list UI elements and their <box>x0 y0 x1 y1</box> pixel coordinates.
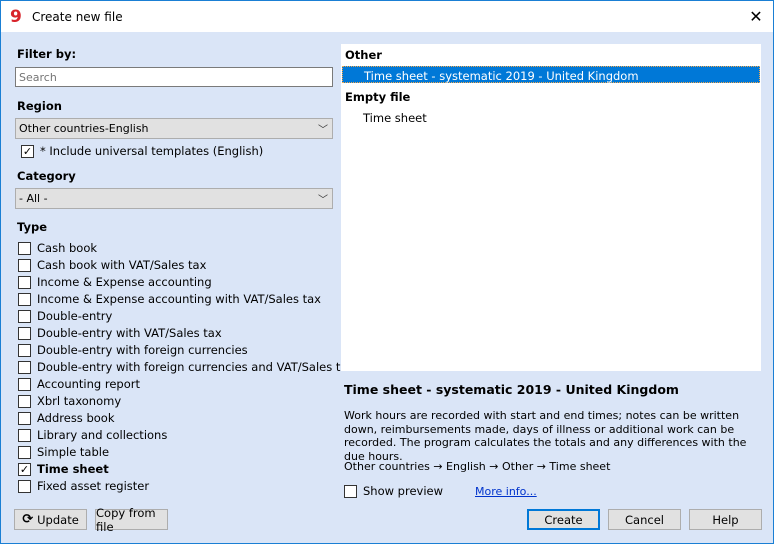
type-checkbox[interactable]: Accounting report <box>18 376 140 392</box>
app-logo-icon: 9 <box>10 6 22 27</box>
type-checkbox[interactable]: Double-entry with foreign currencies <box>18 342 248 358</box>
type-checkbox-label: Simple table <box>37 445 110 459</box>
template-path: Other countries → English → Other → Time… <box>344 460 611 473</box>
show-preview-checkbox[interactable]: Show preview <box>344 483 443 499</box>
type-checkbox-label: Double-entry with foreign currencies and… <box>37 360 355 374</box>
update-label: Update <box>37 512 79 527</box>
type-checkbox[interactable]: Library and collections <box>18 427 167 443</box>
template-item[interactable]: Time sheet <box>342 109 760 126</box>
checkbox-icon <box>18 411 31 425</box>
type-checkbox-label: Library and collections <box>37 428 168 442</box>
checkbox-icon <box>18 275 31 289</box>
type-checkbox[interactable]: Fixed asset register <box>18 478 149 494</box>
type-checkbox-label: Cash book with VAT/Sales tax <box>37 258 207 272</box>
checkbox-checked-icon: ✓ <box>18 462 31 476</box>
category-label: Category <box>17 169 76 183</box>
region-label: Region <box>17 99 62 113</box>
type-checkbox-label: Xbrl taxonomy <box>37 394 122 408</box>
checkbox-icon <box>18 377 31 391</box>
template-title: Time sheet - systematic 2019 - United Ki… <box>344 382 679 397</box>
include-universal-checkbox[interactable]: ✓ * Include universal templates (English… <box>21 143 263 159</box>
region-value: Other countries-English <box>19 122 149 135</box>
help-button[interactable]: Help <box>689 509 762 530</box>
type-label: Type <box>17 220 48 234</box>
type-checkbox[interactable]: Double-entry with foreign currencies and… <box>18 359 354 375</box>
show-preview-label: Show preview <box>363 484 444 498</box>
type-checkbox[interactable]: Simple table <box>18 444 109 460</box>
type-checkbox[interactable]: Income & Expense accounting with VAT/Sal… <box>18 291 321 307</box>
type-checkbox[interactable]: Xbrl taxonomy <box>18 393 121 409</box>
type-checkbox-label: Double-entry <box>37 309 113 323</box>
group-header-other: Other <box>345 48 382 62</box>
include-universal-label: * Include universal templates (English) <box>40 144 264 158</box>
checkbox-icon <box>344 484 357 498</box>
type-checkbox-label: Double-entry with foreign currencies <box>37 343 248 357</box>
refresh-icon: ⟳ <box>22 512 34 527</box>
type-checkbox[interactable]: Double-entry with VAT/Sales tax <box>18 325 222 341</box>
checkbox-icon <box>18 343 31 357</box>
template-description: Work hours are recorded with start and e… <box>344 409 747 463</box>
region-select[interactable]: Other countries-English ﹀ <box>15 118 333 139</box>
type-checkbox[interactable]: Cash book with VAT/Sales tax <box>18 257 206 273</box>
copy-from-file-button[interactable]: Copy from file <box>95 506 168 534</box>
checkbox-icon <box>18 394 31 408</box>
cancel-button[interactable]: Cancel <box>608 509 681 530</box>
type-checkbox[interactable]: Address book <box>18 410 115 426</box>
type-checkbox[interactable]: Double-entry <box>18 308 112 324</box>
type-checkbox-label: Income & Expense accounting <box>37 275 212 289</box>
type-checkbox[interactable]: Cash book <box>18 240 97 256</box>
checkbox-checked-icon: ✓ <box>21 144 34 158</box>
type-checkbox-label: Time sheet <box>37 462 109 476</box>
checkbox-icon <box>18 428 31 442</box>
checkbox-icon <box>18 326 31 340</box>
type-checkbox-label: Address book <box>37 411 115 425</box>
filter-label: Filter by: <box>17 47 77 61</box>
update-button[interactable]: ⟳ Update <box>14 509 87 530</box>
template-list[interactable]: Other Time sheet - systematic 2019 - Uni… <box>341 44 761 371</box>
checkbox-icon <box>18 360 31 374</box>
type-checkbox-label: Double-entry with VAT/Sales tax <box>37 326 222 340</box>
checkbox-icon <box>18 479 31 493</box>
checkbox-icon <box>18 241 31 255</box>
type-checkbox-label: Income & Expense accounting with VAT/Sal… <box>37 292 321 306</box>
type-checkbox-label: Cash book <box>37 241 98 255</box>
checkbox-icon <box>18 445 31 459</box>
create-new-file-dialog: 9 Create new file ✕ Filter by: Region Ot… <box>0 0 774 544</box>
category-select[interactable]: - All - ﹀ <box>15 188 333 209</box>
dialog-title: Create new file <box>32 9 123 24</box>
close-icon[interactable]: ✕ <box>747 7 765 26</box>
category-value: - All - <box>19 192 48 205</box>
type-checkbox[interactable]: Income & Expense accounting <box>18 274 212 290</box>
checkbox-icon <box>18 309 31 323</box>
type-checkbox[interactable]: ✓ Time sheet <box>18 461 109 477</box>
chevron-down-icon: ﹀ <box>318 195 328 206</box>
template-item[interactable]: Time sheet - systematic 2019 - United Ki… <box>342 66 760 83</box>
checkbox-icon <box>18 292 31 306</box>
more-info-link[interactable]: More info... <box>475 485 537 498</box>
search-input[interactable] <box>15 67 333 87</box>
group-header-empty-file: Empty file <box>345 90 411 104</box>
title-bar: 9 Create new file ✕ <box>1 1 773 32</box>
chevron-down-icon: ﹀ <box>318 125 328 136</box>
checkbox-icon <box>18 258 31 272</box>
type-checkbox-label: Fixed asset register <box>37 479 150 493</box>
type-checkbox-label: Accounting report <box>37 377 140 391</box>
create-button[interactable]: Create <box>527 509 600 530</box>
